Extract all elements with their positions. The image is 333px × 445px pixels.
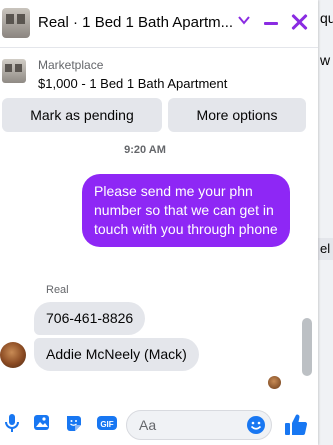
- background-text: qui: [320, 10, 333, 26]
- chevron-down-icon[interactable]: [238, 14, 250, 28]
- composer-bar: GIF: [0, 404, 318, 445]
- listing-avatar[interactable]: [2, 8, 30, 38]
- background-text: el: [320, 241, 331, 256]
- thumbs-up-icon[interactable]: [284, 412, 308, 438]
- gif-icon[interactable]: GIF: [96, 412, 117, 434]
- gif-label: GIF: [100, 420, 113, 429]
- photo-icon[interactable]: [32, 412, 52, 434]
- listing-thumbnail[interactable]: [2, 59, 26, 83]
- message-timestamp: 9:20 AM: [124, 144, 166, 156]
- mic-icon[interactable]: [2, 412, 22, 434]
- incoming-message[interactable]: 706-461-8826: [34, 302, 146, 335]
- background-text: w: [320, 52, 331, 68]
- emoji-icon[interactable]: [246, 415, 266, 435]
- scrollbar[interactable]: [302, 318, 312, 376]
- mark-as-pending-button[interactable]: Mark as pending: [2, 98, 162, 132]
- marketplace-panel: Marketplace $1,000 - 1 Bed 1 Bath Apartm…: [0, 48, 318, 144]
- seen-avatar-icon: [268, 376, 281, 389]
- minimize-icon[interactable]: [264, 22, 278, 25]
- sticker-icon[interactable]: [64, 412, 84, 434]
- chat-header: Real · 1 Bed 1 Bath Apartm...: [0, 0, 318, 48]
- marketplace-label: Marketplace: [38, 58, 104, 72]
- sender-name: Real: [46, 284, 69, 296]
- message-list[interactable]: 9:20 AM Please send me your phn number s…: [0, 144, 318, 394]
- sender-avatar[interactable]: [0, 342, 26, 368]
- chat-title[interactable]: Real · 1 Bed 1 Bath Apartm...: [38, 14, 233, 31]
- incoming-message[interactable]: Addie McNeely (Mack): [34, 338, 199, 371]
- more-options-button[interactable]: More options: [168, 98, 306, 132]
- outgoing-message[interactable]: Please send me your phn number so that w…: [82, 174, 290, 247]
- chat-window: Real · 1 Bed 1 Bath Apartm... Marketplac…: [0, 0, 318, 445]
- close-icon[interactable]: [290, 12, 308, 32]
- listing-price[interactable]: $1,000 - 1 Bed 1 Bath Apartment: [38, 76, 227, 91]
